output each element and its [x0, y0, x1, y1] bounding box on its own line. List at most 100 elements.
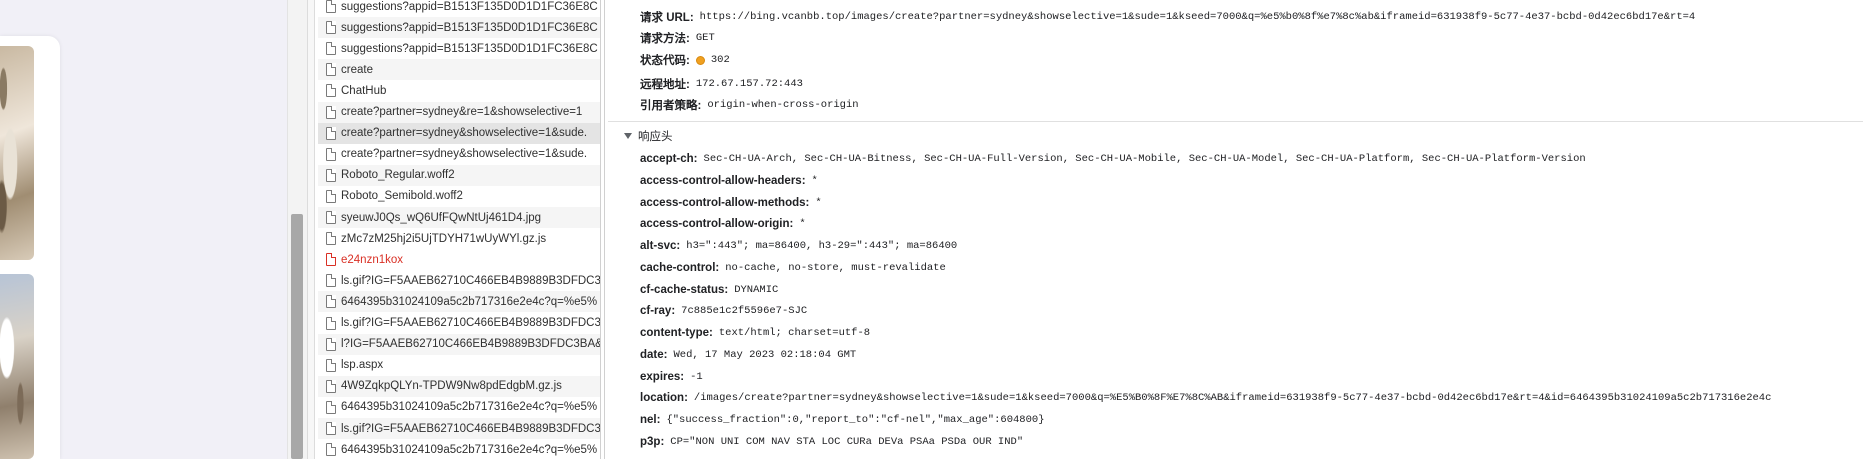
request-row[interactable]: 6464395b31024109a5c2b717316e2e4c?q=%e5%: [318, 439, 600, 459]
header-key: access-control-allow-headers:: [640, 174, 806, 187]
response-header-row: access-control-allow-headers: *: [640, 171, 818, 191]
header-value: *: [811, 174, 818, 187]
response-header-row: access-control-allow-origin: *: [640, 214, 806, 234]
response-header-row: location: /images/create?partner=sydney&s…: [640, 388, 1771, 408]
general-field: 请求方法: GET: [640, 28, 715, 48]
response-header-row: date: Wed, 17 May 2023 02:18:04 GMT: [640, 345, 856, 365]
request-row[interactable]: 6464395b31024109a5c2b717316e2e4c?q=%e5%: [318, 397, 600, 418]
request-row[interactable]: create?partner=sydney&re=1&showselective…: [318, 101, 600, 123]
file-icon: [326, 84, 336, 98]
header-key: nel:: [640, 414, 661, 426]
request-row[interactable]: 6464395b31024109a5c2b717316e2e4c?q=%e5%: [318, 291, 600, 313]
general-field: 状态代码: 302: [640, 50, 730, 70]
header-value: h3=":443"; ma=86400, h3-29=":443"; ma=86…: [686, 240, 958, 252]
request-name: 6464395b31024109a5c2b717316e2e4c?q=%e5%: [341, 295, 598, 308]
network-request-list: suggestions?appid=B1513F135D0D1D1FC36E8C…: [318, 0, 601, 459]
header-value: 172.67.157.72:443: [695, 78, 803, 90]
request-row[interactable]: lsp.aspx: [318, 355, 600, 376]
request-row[interactable]: ls.gif?IG=F5AAEB62710C466EB4B9889B3DFDC3…: [318, 418, 600, 439]
header-value: text/html; charset=utf-8: [718, 327, 871, 339]
header-key: 状态代码:: [640, 55, 690, 67]
header-key: 请求方法:: [640, 33, 690, 45]
header-value: origin-when-cross-origin: [707, 99, 859, 111]
header-key: cache-control:: [640, 261, 720, 274]
request-name: l?IG=F5AAEB62710C466EB4B9889B3DFDC3BA&.: [341, 338, 601, 351]
request-row[interactable]: Roboto_Semibold.woff2: [318, 186, 600, 207]
request-name: Roboto_Regular.woff2: [341, 169, 455, 182]
header-key: cf-cache-status:: [640, 283, 729, 296]
request-row[interactable]: syeuwJ0Qs_wQ6UfFQwNtUj461D4.jpg: [318, 207, 600, 228]
request-name: ls.gif?IG=F5AAEB62710C466EB4B9889B3DFDC3…: [341, 317, 601, 329]
file-icon: [326, 105, 336, 119]
file-icon: [326, 422, 336, 435]
status-warning-icon: [695, 55, 705, 65]
header-key: alt-svc:: [640, 240, 681, 252]
header-value: 302: [710, 54, 730, 66]
file-icon: [326, 274, 336, 288]
file-icon: [326, 63, 336, 77]
header-value: *: [815, 196, 822, 209]
header-value: -1: [690, 370, 703, 383]
file-icon: [326, 443, 336, 457]
chevron-down-icon: [624, 133, 632, 139]
page-scrollbar-thumb[interactable]: [291, 214, 303, 459]
file-icon: [326, 232, 336, 246]
file-icon: [326, 126, 336, 140]
request-row[interactable]: suggestions?appid=B1513F135D0D1D1FC36E8C: [318, 0, 600, 17]
request-row[interactable]: Roboto_Regular.woff2: [318, 164, 600, 186]
file-icon: [326, 21, 336, 35]
response-header-row: cache-control: no-cache, no-store, must-r…: [640, 258, 946, 278]
request-name: ChatHub: [341, 84, 387, 97]
request-name: 4W9ZqkpQLYn-TPDW9Nw8pdEdgbM.gz.js: [341, 380, 562, 393]
header-key: access-control-allow-origin:: [640, 218, 794, 231]
header-value: GET: [695, 32, 715, 44]
general-field: 远程地址: 172.67.157.72:443: [640, 74, 803, 94]
general-field: 请求 URL: https://bing.vcanbb.top/images/cr…: [640, 7, 1695, 27]
request-name: 6464395b31024109a5c2b717316e2e4c?q=%e5%: [341, 401, 598, 414]
file-icon: [326, 0, 336, 13]
request-row[interactable]: create?partner=sydney&showselective=1&su…: [318, 144, 600, 165]
header-value: CP="NON UNI COM NAV STA LOC CURa DEVa PS…: [670, 435, 1024, 448]
file-icon: [326, 337, 336, 351]
request-row[interactable]: zMc7zM25hj2i5UjTDYH71wUyWYl.gz.js: [318, 228, 600, 249]
file-icon: [326, 253, 336, 267]
request-name: suggestions?appid=B1513F135D0D1D1FC36E8C: [341, 21, 598, 34]
request-name: suggestions?appid=B1513F135D0D1D1FC36E8C: [341, 42, 598, 55]
request-row[interactable]: create?partner=sydney&showselective=1&su…: [318, 122, 600, 144]
file-icon: [326, 316, 336, 330]
response-header-row: alt-svc: h3=":443"; ma=86400, h3-29=":443…: [640, 236, 957, 256]
page-scrollbar[interactable]: [287, 0, 307, 459]
header-key: cf-ray:: [640, 305, 676, 318]
image-thumbnail[interactable]: [0, 46, 34, 260]
request-name: e24nzn1kox: [341, 253, 404, 266]
request-row[interactable]: suggestions?appid=B1513F135D0D1D1FC36E8C: [318, 38, 600, 59]
request-name: Roboto_Semibold.woff2: [341, 190, 463, 203]
request-row[interactable]: create: [318, 59, 600, 81]
request-name: create?partner=sydney&showselective=1&su…: [341, 148, 588, 161]
header-key: expires:: [640, 370, 685, 383]
file-icon: [326, 42, 336, 56]
response-header-row: expires: -1: [640, 367, 703, 387]
request-name: syeuwJ0Qs_wQ6UfFQwNtUj461D4.jpg: [341, 211, 542, 224]
request-row[interactable]: ls.gif?IG=F5AAEB62710C466EB4B9889B3DFDC3…: [318, 313, 601, 334]
request-row[interactable]: suggestions?appid=B1513F135D0D1D1FC36E8C: [318, 17, 600, 39]
file-icon: [326, 379, 336, 393]
file-icon: [326, 400, 336, 414]
image-thumbnail[interactable]: [0, 274, 34, 459]
response-headers-toggle[interactable]: 响应头: [624, 126, 673, 146]
request-name: create: [341, 63, 373, 76]
request-row[interactable]: e24nzn1kox: [318, 249, 600, 270]
request-row[interactable]: 4W9ZqkpQLYn-TPDW9Nw8pdEdgbM.gz.js: [318, 375, 600, 397]
request-row[interactable]: ls.gif?IG=F5AAEB62710C466EB4B9889B3DFDC3…: [318, 270, 600, 291]
request-row[interactable]: l?IG=F5AAEB62710C466EB4B9889B3DFDC3BA&.: [318, 333, 601, 355]
header-value: DYNAMIC: [734, 283, 779, 296]
header-key: 引用者策略:: [640, 100, 702, 112]
request-row[interactable]: ChatHub: [318, 80, 600, 101]
request-detail-panel: 响应头 请求 URL: https://bing.vcanbb.top/image…: [608, 0, 1863, 459]
file-icon: [326, 358, 336, 372]
panel-resize-handle[interactable]: [307, 0, 315, 459]
general-field: 引用者策略: origin-when-cross-origin: [640, 95, 859, 115]
request-name: create?partner=sydney&re=1&showselective…: [341, 106, 583, 118]
response-header-row: nel: {"success_fraction":0,"report_to":"c…: [640, 410, 1045, 430]
header-key: 请求 URL:: [640, 12, 694, 24]
